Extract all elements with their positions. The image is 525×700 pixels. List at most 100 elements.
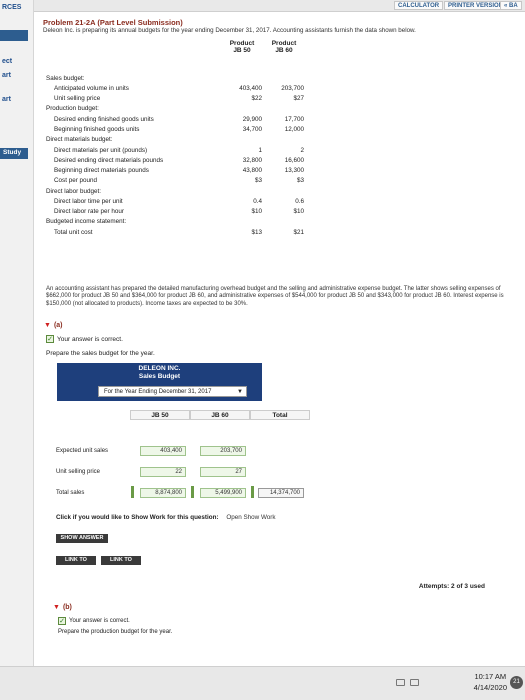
chevron-down-icon: ▼ xyxy=(237,389,243,395)
data-row-jb50: 1 xyxy=(258,147,262,154)
show-answer-button[interactable]: SHOW ANSWER xyxy=(56,534,108,543)
collapse-triangle-icon[interactable]: ▼ xyxy=(53,604,60,611)
data-row-label: Direct materials per unit (pounds) xyxy=(54,147,148,154)
nav-item-art-2[interactable]: art xyxy=(0,96,30,103)
clock-time: 10:17 AM xyxy=(474,672,507,681)
part-b-correct-text: Your answer is correct. xyxy=(69,618,130,624)
data-row-jb60: $21 xyxy=(293,229,304,236)
data-row-jb60: 17,700 xyxy=(284,116,304,123)
data-row-label: Sales budget: xyxy=(46,75,85,82)
data-row-jb50: $13 xyxy=(251,229,262,236)
data-row: Production budget: xyxy=(46,104,336,114)
clock-date: 4/14/2020 xyxy=(473,683,507,692)
price-jb60-input[interactable]: 27 xyxy=(200,467,246,477)
link-to-text-button[interactable]: LINK TO TEXT xyxy=(56,556,96,572)
dollar-marker xyxy=(191,486,194,498)
data-row-label: Desired ending direct materials pounds xyxy=(54,157,164,164)
data-row-label: Direct labor budget: xyxy=(46,188,101,195)
row-label-price: Unit selling price xyxy=(56,469,101,475)
col-header-jb50: Product JB 50 xyxy=(222,40,262,54)
show-work-question: Click if you would like to Show Work for… xyxy=(56,514,219,521)
data-row-jb50: $22 xyxy=(251,95,262,102)
data-row-jb50: $10 xyxy=(251,208,262,215)
printer-version-button[interactable]: PRINTER VERSION xyxy=(444,1,508,10)
top-toolbar: CALCULATOR PRINTER VERSION « BA xyxy=(34,0,525,12)
nav-study[interactable]: Study xyxy=(0,148,28,159)
calculator-button[interactable]: CALCULATOR xyxy=(394,1,444,10)
data-row-label: Desired ending finished goods units xyxy=(54,116,154,123)
nav-resources[interactable]: RCES xyxy=(0,4,30,11)
price-jb50-input[interactable]: 22 xyxy=(140,467,186,477)
data-row-jb60: 0.6 xyxy=(295,198,304,205)
col-header-jb60-line2: JB 60 xyxy=(275,47,293,54)
units-jb60-input[interactable]: 203,700 xyxy=(200,446,246,456)
collapse-triangle-icon[interactable]: ▼ xyxy=(44,322,51,329)
data-row: Direct labor budget: xyxy=(46,187,336,197)
network-icon[interactable] xyxy=(410,679,419,686)
part-b-label: (b) xyxy=(62,604,72,611)
budget-name: Sales Budget xyxy=(138,373,181,380)
dollar-marker xyxy=(251,486,254,498)
data-row-jb60: 2 xyxy=(300,147,304,154)
link-to-text-button-2[interactable]: LINK TO TEXT xyxy=(101,556,141,572)
data-row-jb50: 34,700 xyxy=(242,126,262,133)
nav-item-ect[interactable]: ect xyxy=(0,58,30,65)
check-icon: ✓ xyxy=(46,335,54,343)
data-row: Total unit cost $13 $21 xyxy=(46,228,336,238)
system-clock[interactable]: 10:17 AM 4/14/2020 xyxy=(474,671,507,693)
data-row: Unit selling price $22 $27 xyxy=(46,94,336,104)
data-row: Desired ending direct materials pounds 32… xyxy=(46,156,336,166)
row-label-units: Expected unit sales xyxy=(56,448,109,454)
data-row-label: Unit selling price xyxy=(54,95,101,102)
col-header-jb50-line1: Product xyxy=(229,40,255,47)
part-b-prompt: Prepare the production budget for the ye… xyxy=(58,629,173,635)
col-jb60: JB 60 xyxy=(190,410,250,420)
sales-jb60-input[interactable]: 5,499,900 xyxy=(200,488,246,498)
col-jb50: JB 50 xyxy=(130,410,190,420)
data-row-jb50: 32,800 xyxy=(242,157,262,164)
data-row: Direct labor rate per hour $10 $10 xyxy=(46,207,336,217)
data-row: Desired ending finished goods units 29,90… xyxy=(46,115,336,125)
data-row-label: Total unit cost xyxy=(54,229,93,236)
data-row-label: Beginning direct materials pounds xyxy=(54,167,149,174)
data-row-jb50: 0.4 xyxy=(253,198,262,205)
notification-badge[interactable]: 21 xyxy=(510,676,523,689)
data-row: Sales budget: xyxy=(46,74,336,84)
nav-pill[interactable] xyxy=(0,30,28,41)
data-row-label: Direct labor time per unit xyxy=(54,198,123,205)
data-row: Beginning direct materials pounds 43,800 1… xyxy=(46,166,336,176)
data-row-jb50: 29,900 xyxy=(242,116,262,123)
monitor-icon[interactable] xyxy=(396,679,405,686)
data-row-jb60: $27 xyxy=(293,95,304,102)
nav-item-art-1[interactable]: art xyxy=(0,72,30,79)
part-a-prompt: Prepare the sales budget for the year. xyxy=(46,350,155,357)
sales-jb50-input[interactable]: 8,874,800 xyxy=(140,488,186,498)
sales-total-input[interactable]: 14,374,700 xyxy=(258,488,304,498)
col-header-jb50-line2: JB 50 xyxy=(233,47,251,54)
units-jb50-input[interactable]: 403,400 xyxy=(140,446,186,456)
period-select[interactable]: For the Year Ending December 31, 2017 ▼ xyxy=(98,386,247,397)
budget-header: DELEON INC. Sales Budget For the Year En… xyxy=(57,363,262,401)
data-row-label: Cost per pound xyxy=(54,177,98,184)
problem-narrative: An accounting assistant has prepared the… xyxy=(46,286,504,307)
part-b-header[interactable]: ▼ (b) xyxy=(53,604,72,611)
data-row-jb60: 12,000 xyxy=(284,126,304,133)
col-header-jb60: Product JB 60 xyxy=(264,40,304,54)
show-work-row: Click if you would like to Show Work for… xyxy=(56,514,276,521)
open-show-work-link[interactable]: Open Show Work xyxy=(226,514,275,521)
left-sidebar: RCES ect art art Study xyxy=(0,0,34,700)
problem-title: Problem 21-2A (Part Level Submission) xyxy=(43,18,183,27)
back-button[interactable]: « BA xyxy=(500,1,522,10)
data-row-label: Beginning finished goods units xyxy=(54,126,140,133)
data-row-jb50: $3 xyxy=(254,177,262,184)
data-row-jb50: 43,800 xyxy=(242,167,262,174)
col-header-jb60-line1: Product xyxy=(271,40,297,47)
part-a-correct: ✓ Your answer is correct. xyxy=(46,335,123,343)
data-row-jb50: 403,400 xyxy=(239,85,262,92)
period-select-value: For the Year Ending December 31, 2017 xyxy=(104,389,212,395)
part-a-header[interactable]: ▼ (a) xyxy=(44,322,63,329)
row-label-sales: Total sales xyxy=(56,490,85,496)
dollar-marker xyxy=(131,486,134,498)
data-row: Direct labor time per unit 0.4 0.6 xyxy=(46,197,336,207)
data-row-label: Anticipated volume in units xyxy=(54,85,129,92)
